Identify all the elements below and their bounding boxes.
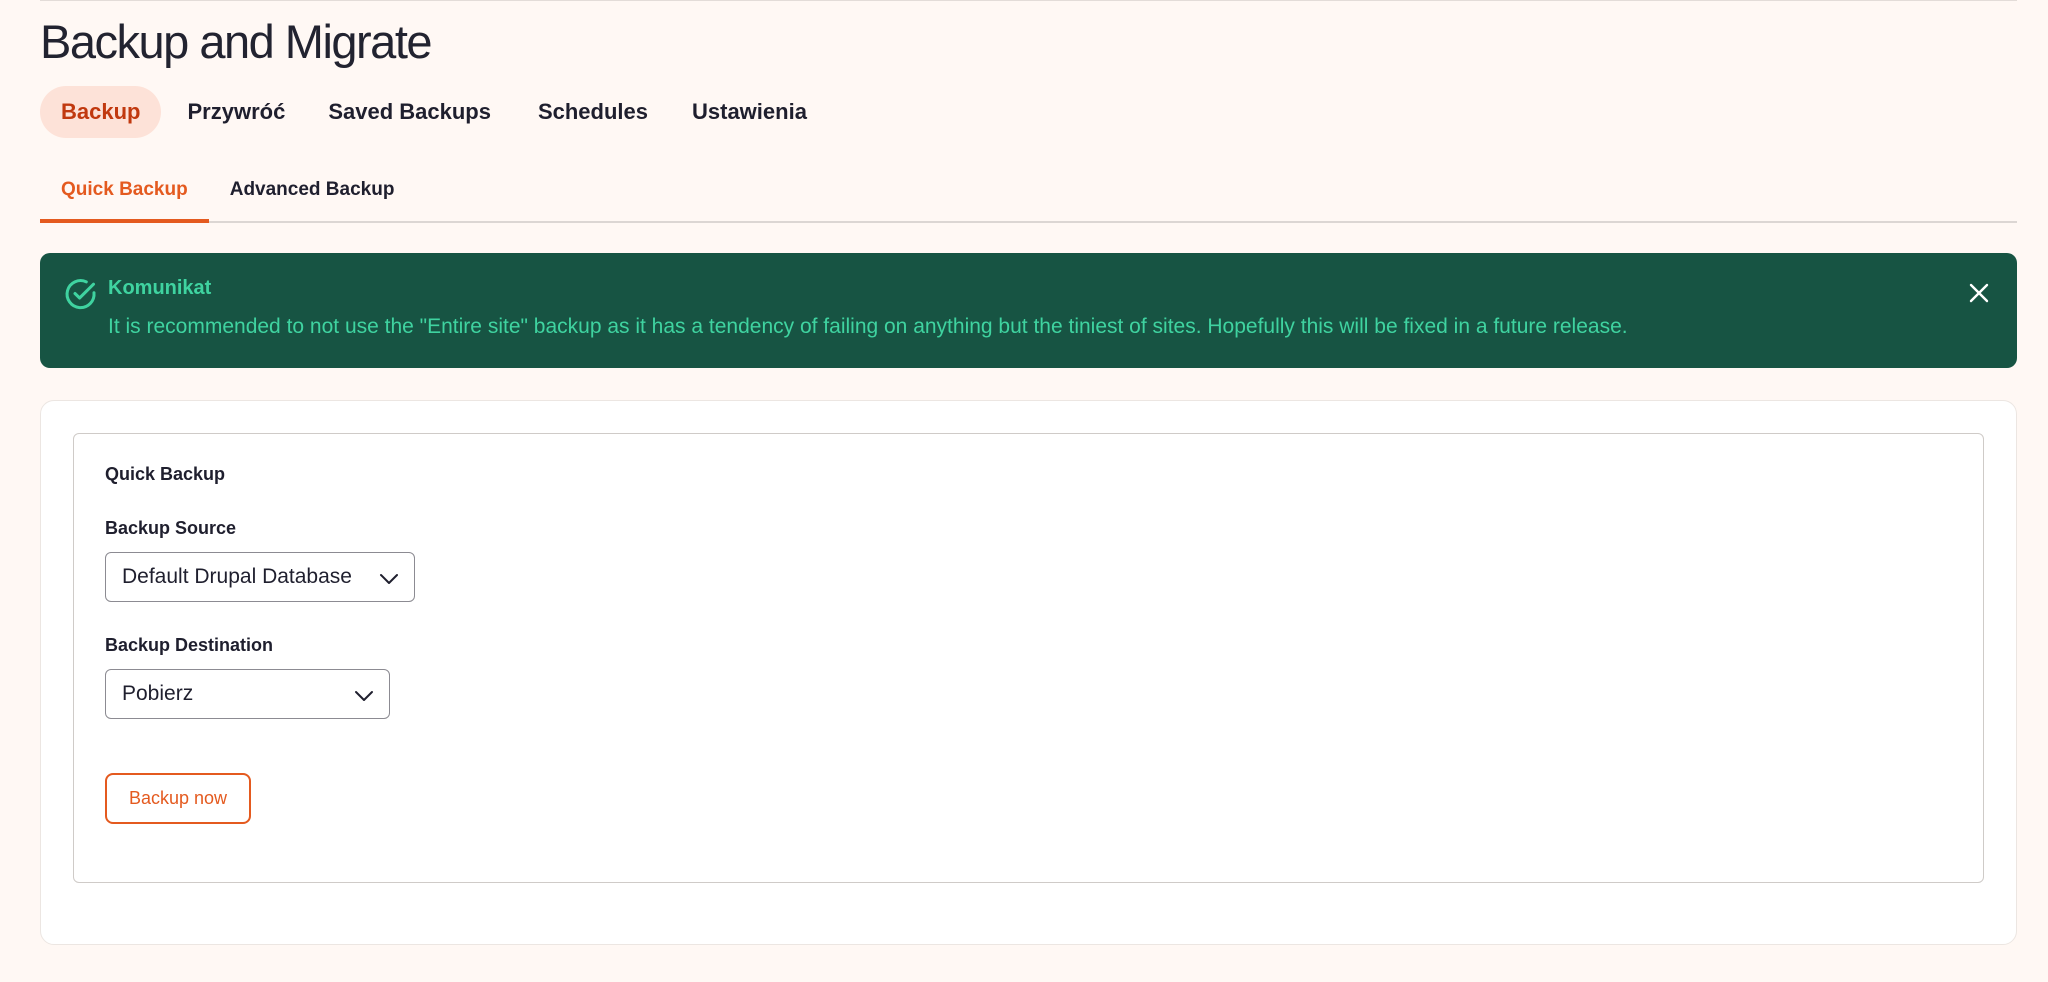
subtab-quick-backup[interactable]: Quick Backup (40, 164, 209, 223)
check-circle-icon (65, 279, 96, 310)
backup-source-label: Backup Source (105, 518, 237, 538)
backup-destination-select[interactable]: Pobierz (105, 669, 390, 719)
backup-source-select[interactable]: Default Drupal Database (105, 552, 415, 602)
backup-destination-label: Backup Destination (105, 635, 274, 655)
top-divider (40, 0, 2017, 1)
tab-saved-backups[interactable]: Saved Backups (303, 86, 514, 138)
chevron-down-icon (380, 574, 398, 584)
subtab-advanced-backup[interactable]: Advanced Backup (209, 164, 416, 221)
page-title: Backup and Migrate (40, 15, 433, 68)
tab-settings[interactable]: Ustawienia (671, 86, 828, 138)
backup-source-value: Default Drupal Database (122, 565, 352, 588)
secondary-tabs: Quick Backup Advanced Backup (40, 164, 2017, 223)
backup-destination-value: Pobierz (122, 682, 194, 705)
message-text: It is recommended to not use the "Entire… (108, 315, 1628, 338)
backup-now-button[interactable]: Backup now (105, 773, 252, 824)
close-icon[interactable] (1965, 279, 1993, 307)
tab-restore[interactable]: Przywróć (167, 86, 303, 138)
tab-backup[interactable]: Backup (40, 86, 162, 138)
status-message: Komunikat It is recommended to not use t… (40, 253, 2017, 368)
quick-backup-fieldset: Quick Backup Backup Source Default Drupa… (73, 433, 1984, 883)
message-title: Komunikat (108, 277, 212, 299)
chevron-down-icon (355, 691, 373, 701)
tab-schedules[interactable]: Schedules (514, 86, 671, 138)
fieldset-legend: Quick Backup (105, 464, 226, 484)
primary-tabs: Backup Przywróć Saved Backups Schedules … (40, 86, 828, 138)
backup-form-card: Quick Backup Backup Source Default Drupa… (40, 400, 2017, 945)
